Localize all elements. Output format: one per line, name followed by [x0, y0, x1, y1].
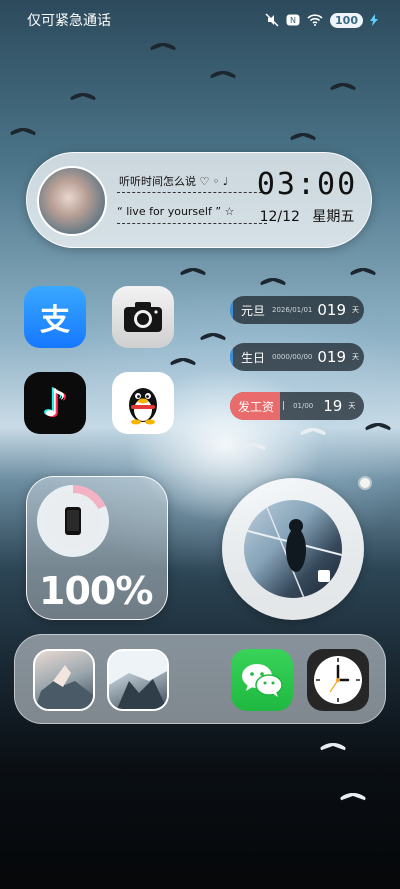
bird-decoration: [365, 420, 391, 432]
bird-decoration: [260, 275, 286, 287]
charging-icon: [370, 14, 378, 26]
bird-decoration: [210, 68, 236, 80]
tiktok-icon: ♪: [42, 381, 68, 425]
wechat-app[interactable]: [231, 649, 293, 711]
widget-handle[interactable]: [358, 476, 372, 490]
bird-decoration: [350, 265, 376, 277]
photo-icon: [318, 570, 330, 582]
photo-image: [244, 500, 342, 598]
qq-app[interactable]: [112, 372, 174, 434]
tiktok-app[interactable]: ♪: [24, 372, 86, 434]
wechat-icon: [242, 664, 283, 697]
divider: [117, 223, 267, 224]
camera-app[interactable]: [112, 286, 174, 348]
battery-ring-inner: [45, 493, 101, 549]
countdown-label: 发工资: [230, 392, 281, 420]
countdown-new-year[interactable]: 元旦 2026/01/01 019 天: [230, 296, 364, 324]
wifi-icon: [307, 14, 323, 26]
countdown-date: 01/00: [293, 402, 314, 410]
countdown-days: 19: [323, 397, 343, 415]
svg-text:N: N: [290, 16, 296, 25]
alipay-icon: 支: [40, 303, 70, 338]
divider: [117, 192, 267, 193]
alipay-app[interactable]: 支: [24, 286, 86, 348]
bird-decoration: [240, 440, 266, 452]
bird-decoration: [200, 330, 226, 342]
clock-app[interactable]: [307, 649, 369, 711]
countdown-date: 0000/00/00: [272, 353, 313, 361]
photo-thumbnail: [109, 651, 167, 709]
battery-ring: [37, 485, 109, 557]
music-clock-widget[interactable]: 听听时间怎么说 ♡ ◦ ♩ “ live for yourself ” ☆ 03…: [26, 152, 372, 248]
mute-icon: [265, 13, 279, 27]
clock-time: 03:00: [256, 167, 358, 202]
countdown-unit: 天: [348, 402, 356, 410]
dock: [14, 634, 386, 724]
bird-decoration: [10, 125, 36, 137]
countdown-days: 019: [317, 348, 347, 366]
countdown-days: 019: [317, 301, 347, 319]
status-bar: 仅可紧急通话 N 100: [0, 0, 400, 40]
status-icons: N 100: [265, 12, 378, 28]
clock-icon: [314, 656, 362, 704]
quote-text: “ live for yourself ” ☆: [117, 205, 235, 218]
bird-decoration: [300, 425, 326, 437]
song-title: 听听时间怎么说 ♡ ◦ ♩: [119, 175, 229, 188]
bird-decoration: [70, 90, 96, 102]
countdown-label: 生日: [230, 343, 269, 371]
bird-decoration: [170, 355, 196, 367]
nfc-icon: N: [286, 14, 300, 26]
phone-icon: [65, 507, 81, 535]
bird-decoration: [180, 265, 206, 277]
countdown-date: 2026/01/01: [272, 306, 313, 314]
emergency-calls-only-label: 仅可紧急通话: [27, 13, 111, 29]
countdown-unit: 天: [352, 353, 360, 361]
photo-thumbnail: [35, 665, 93, 709]
clock-date: 12/12 星期五: [259, 209, 355, 225]
bird-decoration: [330, 80, 356, 92]
bird-decoration: [290, 130, 316, 142]
camera-icon: [124, 302, 162, 332]
countdown-payday[interactable]: 发工资 | 01/00 19 天: [230, 392, 364, 420]
bird-decoration: [340, 790, 366, 802]
photo-widget[interactable]: [222, 478, 364, 620]
qq-penguin-icon: [129, 388, 157, 425]
battery-icon: 100: [330, 12, 363, 28]
countdown-separator: |: [282, 401, 286, 411]
countdown-birthday[interactable]: 生日 0000/00/00 019 天: [230, 343, 364, 371]
bird-decoration: [150, 40, 176, 52]
album-cover[interactable]: [37, 166, 107, 236]
bird-decoration: [320, 740, 346, 752]
countdown-unit: 天: [352, 306, 360, 314]
countdown-label: 元旦: [230, 296, 269, 324]
battery-widget[interactable]: 100%: [26, 476, 168, 620]
dock-photo-app-1[interactable]: [33, 649, 95, 711]
dock-photo-app-2[interactable]: [107, 649, 169, 711]
battery-percent: 100%: [39, 569, 153, 613]
